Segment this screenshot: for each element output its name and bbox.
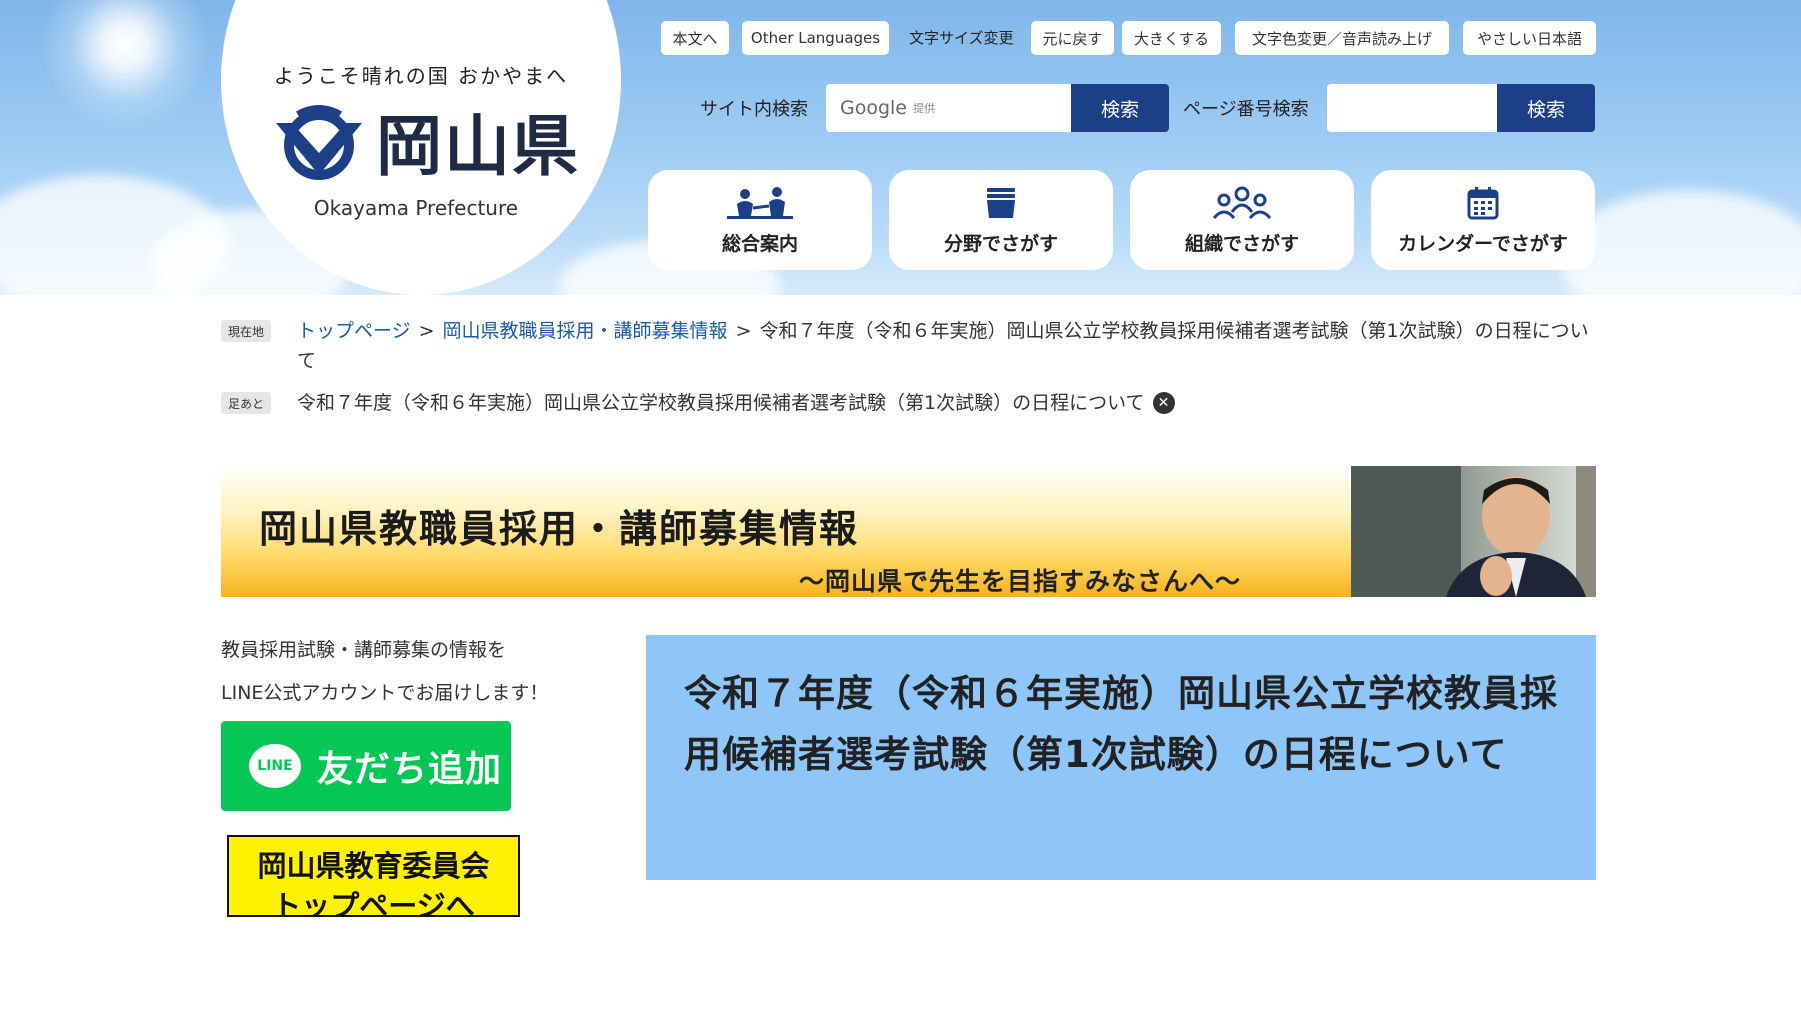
line-add-friend-button[interactable]: LINE 友だち追加 [221,721,511,811]
breadcrumb-separator: > [735,320,752,342]
google-brand: Google [840,97,908,119]
history-trail: 令和７年度（令和６年実施）岡山県公立学校教員採用候補者選考試験（第1次試験）の日… [297,388,1597,418]
nav-search-by-field[interactable]: 分野でさがす [889,170,1113,270]
logo-name: 岡山県 [376,108,580,185]
page-number-search-label: ページ番号検索 [1183,99,1309,120]
line-badge-text: LINE [257,758,293,774]
breadcrumb-link-top[interactable]: トップページ [297,320,411,342]
teacher-photo-icon [1351,466,1596,597]
site-search-input[interactable]: Google 提供 [826,84,1072,132]
easy-japanese-link[interactable]: やさしい日本語 [1463,21,1596,55]
nav-search-by-calendar-label: カレンダーでさがす [1398,232,1568,255]
page-number-input[interactable] [1327,84,1498,132]
banner-title: 岡山県教職員採用・講師募集情報 [259,507,860,551]
page-number-search-button[interactable]: 検索 [1497,84,1595,132]
page-title-box: 令和７年度（令和６年実施）岡山県公立学校教員採用候補者選考試験（第1次試験）の日… [646,635,1596,880]
history-badge: 足あと [221,392,271,414]
site-search-button[interactable]: 検索 [1071,84,1169,132]
logo-tagline: ようこそ晴れの国 おかやまへ [273,64,569,88]
nav-general-info-label: 総合案内 [721,232,798,255]
line-logo-icon: LINE [249,744,301,788]
nav-search-by-org[interactable]: 組織でさがす [1130,170,1354,270]
banner-subtitle: ～岡山県で先生を目指すみなさんへ～ [799,567,1242,596]
breadcrumb-link-recruit[interactable]: 岡山県教職員採用・講師募集情報 [443,320,728,342]
recruit-banner[interactable]: 岡山県教職員採用・講師募集情報 ～岡山県で先生を目指すみなさんへ～ [221,466,1596,597]
teacher-photo [1351,466,1596,597]
education-board-top-link[interactable]: 岡山県教育委員会 トップページへ [227,835,520,917]
nav-search-by-org-label: 組織でさがす [1184,232,1299,255]
box-icon [966,185,1036,221]
font-enlarge-button[interactable]: 大きくする [1122,21,1221,55]
nav-general-info[interactable]: 総合案内 [648,170,872,270]
logo-english: Okayama Prefecture [313,196,519,220]
nav-search-by-calendar[interactable]: カレンダーでさがす [1371,170,1595,270]
close-icon[interactable]: ✕ [1152,392,1175,414]
current-location-badge: 現在地 [221,320,271,342]
skip-to-content-link[interactable]: 本文へ [661,21,729,55]
site-search-label: サイト内検索 [700,99,808,120]
page-title: 令和７年度（令和６年実施）岡山県公立学校教員採用候補者選考試験（第1次試験）の日… [684,672,1558,776]
history-item[interactable]: 令和７年度（令和６年実施）岡山県公立学校教員採用候補者選考試験（第1次試験）の日… [297,388,1145,418]
okayama-emblem-icon [276,105,362,180]
site-header: ようこそ晴れの国 おかやまへ 岡山県 Okayama Prefecture 本文… [0,0,1801,295]
font-reset-button[interactable]: 元に戻す [1031,21,1114,55]
sun-decoration [40,0,210,130]
people-icon [725,185,795,221]
calendar-icon [1448,185,1518,221]
other-languages-link[interactable]: Other Languages [742,21,889,55]
line-intro-line2: LINE公式アカウントでお届けします！ [221,682,549,704]
board-link-line2: トップページへ [272,889,475,917]
breadcrumb: トップページ > 岡山県教職員採用・講師募集情報 > 令和７年度（令和６年実施）岡山県公… [297,316,1597,376]
breadcrumb-separator: > [418,320,435,342]
font-size-label: 文字サイズ変更 [909,29,1014,47]
google-suffix: 提供 [913,102,936,115]
nav-search-by-field-label: 分野でさがす [943,232,1058,255]
line-intro-line1: 教員採用試験・講師募集の情報を [221,639,507,661]
board-link-line1: 岡山県教育委員会 [257,849,490,883]
line-add-friend-label: 友だち追加 [317,749,503,790]
color-voice-link[interactable]: 文字色変更／音声読み上げ [1235,21,1449,55]
cloud-decoration [1560,190,1801,295]
org-icon [1207,185,1277,221]
